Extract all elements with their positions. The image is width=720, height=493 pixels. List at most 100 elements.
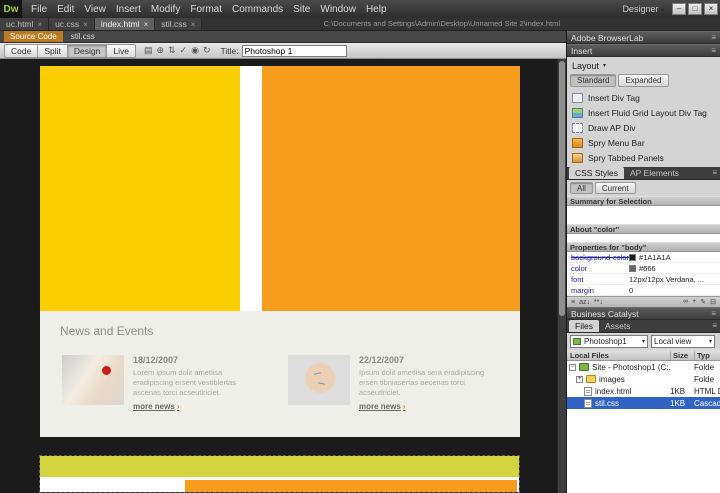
- close-icon[interactable]: ×: [191, 20, 196, 29]
- tab-stil-css[interactable]: stil.css ×: [155, 18, 202, 30]
- attach-stylesheet-icon[interactable]: ∞: [683, 298, 688, 306]
- news-heading[interactable]: News and Events: [60, 324, 153, 338]
- tab-css-styles[interactable]: CSS Styles: [569, 167, 624, 179]
- footer-orange-bar[interactable]: [185, 480, 517, 492]
- related-file-stil-css[interactable]: stil.css: [71, 32, 95, 41]
- more-news-link[interactable]: more news›: [359, 402, 509, 411]
- visual-aids-icon[interactable]: ◉: [191, 45, 199, 56]
- spry-menu-bar-item[interactable]: Spry Menu Bar: [570, 135, 717, 150]
- multiscreen-preview-icon[interactable]: ▤: [144, 45, 153, 56]
- news-text[interactable]: Ipsum dolit ametlisa sera eradipiscing e…: [359, 368, 487, 398]
- draw-ap-div-item[interactable]: Draw AP Div: [570, 120, 717, 135]
- delete-rule-icon[interactable]: ⊟: [710, 298, 716, 306]
- view-select[interactable]: Local view ▾: [651, 335, 715, 348]
- business-catalyst-panel-header[interactable]: Business Catalyst ≡: [567, 307, 720, 320]
- code-view-button[interactable]: Code: [4, 44, 37, 58]
- set-properties-icon[interactable]: **↓: [594, 299, 603, 306]
- insert-fluid-grid-item[interactable]: Insert Fluid Grid Layout Div Tag: [570, 105, 717, 120]
- news-section[interactable]: News and Events 18/12/2007 Lorem ipsum d…: [40, 311, 520, 437]
- file-row-images[interactable]: + images Folde: [567, 373, 720, 385]
- list-view-icon[interactable]: az↓: [579, 299, 590, 306]
- header-orange-block[interactable]: [262, 66, 520, 311]
- site-select[interactable]: Photoshop1 ▾: [570, 335, 648, 348]
- menu-format[interactable]: Format: [185, 4, 227, 15]
- expanded-mode-button[interactable]: Expanded: [618, 74, 668, 87]
- w3c-validation-icon[interactable]: ✓: [180, 45, 188, 56]
- insert-category-dropdown[interactable]: Layout ▾: [570, 59, 717, 72]
- property-row[interactable]: color #666: [567, 263, 720, 274]
- panel-menu-icon[interactable]: ≡: [711, 33, 716, 42]
- tab-uc-html[interactable]: uc.html ×: [0, 18, 49, 30]
- design-canvas[interactable]: News and Events 18/12/2007 Lorem ipsum d…: [0, 59, 566, 493]
- tab-uc-css[interactable]: uc.css ×: [49, 18, 95, 30]
- browserlab-panel-header[interactable]: Adobe BrowserLab ≡: [567, 31, 720, 44]
- close-icon[interactable]: ×: [83, 20, 88, 29]
- header-gap-block[interactable]: [240, 66, 262, 311]
- panel-menu-icon[interactable]: ≡: [711, 309, 716, 318]
- file-row-site-root[interactable]: − Site - Photoshop1 (C:... Folde: [567, 361, 720, 373]
- close-icon[interactable]: ×: [37, 20, 42, 29]
- menu-insert[interactable]: Insert: [111, 4, 146, 15]
- summary-section-header[interactable]: Summary for Selection: [567, 196, 720, 206]
- property-row[interactable]: background-color #1A1A1A: [567, 252, 720, 263]
- tab-index-html[interactable]: index.html ×: [95, 18, 155, 30]
- news-item[interactable]: 22/12/2007 Ipsum dolit ametlisa sera era…: [288, 355, 514, 411]
- news-photo-spa[interactable]: [62, 355, 124, 405]
- maximize-button[interactable]: □: [688, 3, 702, 15]
- file-row-stil-css[interactable]: stil.css 1KB Cascad: [567, 397, 720, 409]
- tab-files[interactable]: Files: [569, 320, 599, 332]
- menu-site[interactable]: Site: [288, 4, 315, 15]
- menu-view[interactable]: View: [79, 4, 111, 15]
- design-view-button[interactable]: Design: [67, 44, 106, 58]
- refresh-icon[interactable]: ↻: [203, 45, 211, 56]
- menu-file[interactable]: File: [26, 4, 52, 15]
- insert-div-tag-item[interactable]: Insert Div Tag: [570, 90, 717, 105]
- standard-mode-button[interactable]: Standard: [570, 74, 616, 87]
- menu-modify[interactable]: Modify: [146, 4, 185, 15]
- menu-help[interactable]: Help: [361, 4, 392, 15]
- css-all-button[interactable]: All: [570, 182, 593, 194]
- spry-tabbed-panels-item[interactable]: Spry Tabbed Panels: [570, 150, 717, 165]
- tab-ap-elements[interactable]: AP Elements: [624, 167, 685, 179]
- property-row[interactable]: font 12px/12px Verdana, ...: [567, 274, 720, 285]
- file-management-icon[interactable]: ⇅: [168, 45, 176, 56]
- edit-rule-icon[interactable]: ✎: [700, 298, 706, 306]
- more-news-link[interactable]: more news›: [133, 402, 283, 411]
- column-size[interactable]: Size: [670, 351, 694, 360]
- preview-in-browser-icon[interactable]: ⊕: [156, 45, 164, 56]
- properties-section-header[interactable]: Properties for "body": [567, 242, 720, 252]
- title-input[interactable]: [242, 45, 347, 57]
- new-rule-icon[interactable]: +: [692, 298, 696, 306]
- color-swatch[interactable]: [629, 254, 636, 261]
- scrollbar-thumb[interactable]: [559, 61, 565, 316]
- news-item[interactable]: 18/12/2007 Lorem ipsum dolit ametlisa er…: [62, 355, 288, 411]
- minimize-button[interactable]: –: [672, 3, 686, 15]
- split-view-button[interactable]: Split: [37, 44, 67, 58]
- about-section-header[interactable]: About "color": [567, 224, 720, 234]
- menu-commands[interactable]: Commands: [227, 4, 288, 15]
- news-photo-face[interactable]: [288, 355, 350, 405]
- header-yellow-block[interactable]: [40, 66, 240, 311]
- menu-window[interactable]: Window: [315, 4, 361, 15]
- design-view-scrollbar[interactable]: [557, 59, 566, 493]
- live-view-button[interactable]: Live: [106, 44, 136, 58]
- file-row-index-html[interactable]: index.html 1KB HTML D: [567, 385, 720, 397]
- news-date[interactable]: 22/12/2007: [359, 355, 509, 365]
- panel-menu-icon[interactable]: ≡: [712, 168, 717, 177]
- news-date[interactable]: 18/12/2007: [133, 355, 283, 365]
- css-current-button[interactable]: Current: [595, 182, 636, 194]
- selected-footer-element[interactable]: [39, 455, 520, 493]
- footer-green-bar[interactable]: [40, 456, 519, 477]
- workspace-switcher[interactable]: Designer ▾: [622, 4, 664, 14]
- expand-icon[interactable]: +: [576, 376, 583, 383]
- panel-menu-icon[interactable]: ≡: [711, 46, 716, 55]
- tab-assets[interactable]: Assets: [599, 320, 637, 332]
- source-code-button[interactable]: Source Code: [4, 31, 63, 42]
- footer-white-strip[interactable]: [40, 477, 519, 492]
- panel-menu-icon[interactable]: ≡: [712, 321, 717, 330]
- menu-edit[interactable]: Edit: [52, 4, 79, 15]
- news-text[interactable]: Lorem ipsum dolit ametlisa eradipiscing …: [133, 368, 261, 398]
- collapse-icon[interactable]: −: [569, 364, 576, 371]
- color-swatch[interactable]: [629, 265, 636, 272]
- category-view-icon[interactable]: ≡: [571, 299, 575, 306]
